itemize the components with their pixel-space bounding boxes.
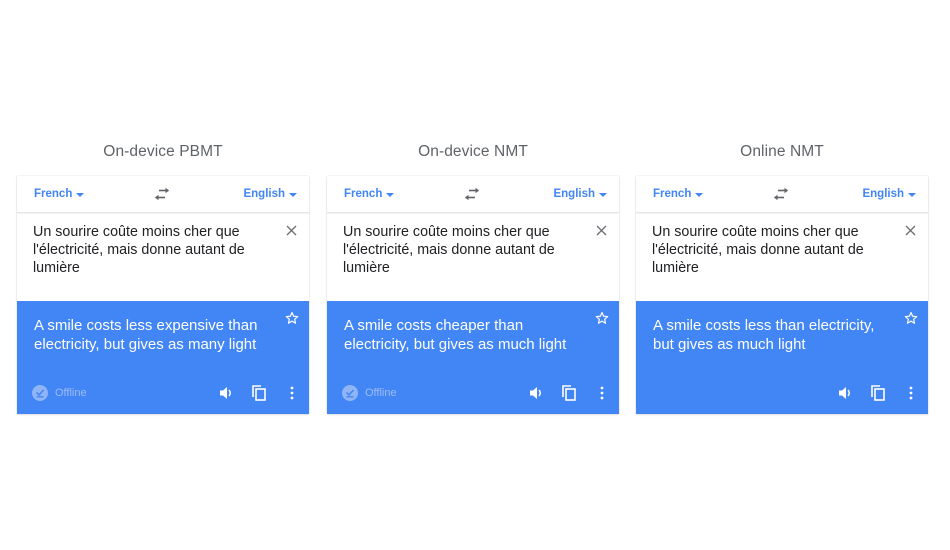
speaker-icon[interactable]	[529, 386, 543, 400]
language-bar: French English	[636, 176, 928, 213]
swap-languages-icon[interactable]	[153, 187, 171, 201]
translate-card: French English Un sourire coûte moins ch…	[636, 176, 928, 414]
speaker-icon[interactable]	[838, 386, 852, 400]
translation-panel-3: Online NMT French English Un sourire coû…	[636, 140, 928, 414]
source-language-select[interactable]: French	[344, 188, 395, 200]
target-language-select[interactable]: English	[243, 188, 297, 200]
close-icon[interactable]	[596, 225, 607, 236]
source-language-label: French	[653, 188, 692, 200]
language-bar: French English	[327, 176, 619, 213]
offline-indicator: Offline	[342, 385, 397, 401]
more-vert-icon[interactable]	[908, 386, 914, 400]
speaker-icon[interactable]	[219, 386, 233, 400]
swap-languages-icon[interactable]	[772, 187, 790, 201]
more-vert-icon[interactable]	[599, 386, 605, 400]
offline-label: Offline	[365, 387, 397, 399]
translation-result: A smile costs less than electricity, but…	[636, 301, 928, 414]
source-text[interactable]: Un sourire coûte moins cher que l'électr…	[33, 223, 269, 277]
chevron-down-icon	[386, 192, 395, 197]
source-language-select[interactable]: French	[653, 188, 704, 200]
translate-card: French English Un sourire coûte moins ch…	[327, 176, 619, 414]
panel-title: Online NMT	[740, 143, 824, 160]
translation-result: A smile costs cheaper than electricity, …	[327, 301, 619, 414]
copy-icon[interactable]	[871, 385, 885, 401]
panel-title: On-device PBMT	[103, 143, 223, 160]
source-language-label: French	[344, 188, 383, 200]
close-icon[interactable]	[905, 225, 916, 236]
chevron-down-icon	[289, 192, 297, 197]
translation-text: A smile costs cheaper than electricity, …	[344, 317, 567, 353]
more-vert-icon[interactable]	[289, 386, 295, 400]
target-language-select[interactable]: English	[862, 188, 916, 200]
chevron-down-icon	[908, 192, 916, 197]
translate-card: French English Un sourire coûte moins ch…	[17, 176, 309, 414]
chevron-down-icon	[695, 192, 704, 197]
target-language-label: English	[862, 188, 904, 200]
source-language-select[interactable]: French	[34, 188, 85, 200]
close-icon[interactable]	[286, 225, 297, 236]
chevron-down-icon	[599, 192, 607, 197]
translation-panel-1: On-device PBMT French English Un sourire…	[17, 140, 309, 414]
offline-check-icon	[342, 385, 358, 401]
target-language-label: English	[553, 188, 595, 200]
source-input-area[interactable]: Un sourire coûte moins cher que l'électr…	[636, 213, 928, 301]
star-outline-icon[interactable]	[595, 311, 609, 325]
language-bar: French English	[17, 176, 309, 213]
target-language-select[interactable]: English	[553, 188, 607, 200]
source-text[interactable]: Un sourire coûte moins cher que l'électr…	[652, 223, 888, 277]
swap-languages-icon[interactable]	[463, 187, 481, 201]
source-language-label: French	[34, 188, 73, 200]
chevron-down-icon	[76, 192, 85, 197]
result-toolbar: Offline	[327, 383, 619, 403]
translation-text: A smile costs less than electricity, but…	[653, 317, 875, 353]
star-outline-icon[interactable]	[285, 311, 299, 325]
source-input-area[interactable]: Un sourire coûte moins cher que l'électr…	[327, 213, 619, 301]
offline-label: Offline	[55, 387, 87, 399]
result-toolbar	[636, 383, 928, 403]
panel-title: On-device NMT	[418, 143, 528, 160]
source-text[interactable]: Un sourire coûte moins cher que l'électr…	[343, 223, 579, 277]
source-input-area[interactable]: Un sourire coûte moins cher que l'électr…	[17, 213, 309, 301]
target-language-label: English	[243, 188, 285, 200]
offline-check-icon	[32, 385, 48, 401]
translation-result: A smile costs less expensive than electr…	[17, 301, 309, 414]
star-outline-icon[interactable]	[904, 311, 918, 325]
result-toolbar: Offline	[17, 383, 309, 403]
copy-icon[interactable]	[562, 385, 576, 401]
offline-indicator: Offline	[32, 385, 87, 401]
copy-icon[interactable]	[252, 385, 266, 401]
translation-text: A smile costs less expensive than electr…	[34, 317, 258, 353]
translation-panel-2: On-device NMT French English Un sourire …	[327, 140, 619, 414]
